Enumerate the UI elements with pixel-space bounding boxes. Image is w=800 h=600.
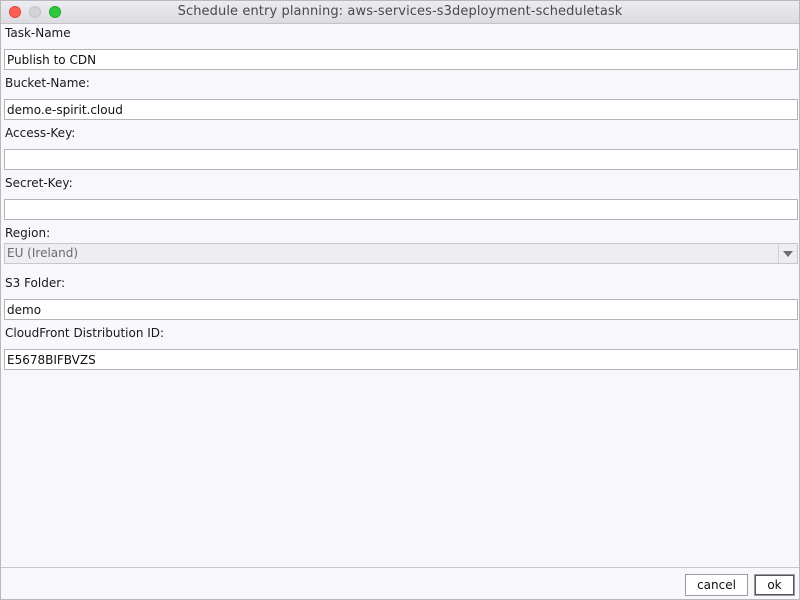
task-name-input[interactable] (4, 49, 798, 70)
cloudfront-id-input[interactable] (4, 349, 798, 370)
cloudfront-id-label: CloudFront Distribution ID: (5, 326, 165, 340)
cancel-button[interactable]: cancel (685, 574, 748, 596)
access-key-label: Access-Key: (5, 126, 76, 140)
bucket-name-input[interactable] (4, 99, 798, 120)
title-bar[interactable]: Schedule entry planning: aws-services-s3… (1, 1, 799, 24)
s3-folder-input[interactable] (4, 299, 798, 320)
region-select[interactable]: EU (Ireland) (4, 243, 798, 264)
secret-key-input[interactable] (4, 199, 798, 220)
s3-folder-label: S3 Folder: (5, 276, 65, 290)
dialog-window: Schedule entry planning: aws-services-s3… (0, 0, 800, 600)
ok-button[interactable]: ok (754, 574, 795, 596)
region-label: Region: (5, 226, 51, 240)
window-title: Schedule entry planning: aws-services-s3… (177, 4, 623, 19)
bucket-name-label: Bucket-Name: (5, 76, 90, 90)
secret-key-label: Secret-Key: (5, 176, 73, 190)
form-panel: Task-Name Bucket-Name: Access-Key: Secre… (1, 24, 799, 568)
task-name-label: Task-Name (5, 26, 71, 40)
access-key-input[interactable] (4, 149, 798, 170)
chevron-down-icon[interactable] (778, 244, 797, 263)
region-selected-value: EU (Ireland) (7, 246, 79, 260)
